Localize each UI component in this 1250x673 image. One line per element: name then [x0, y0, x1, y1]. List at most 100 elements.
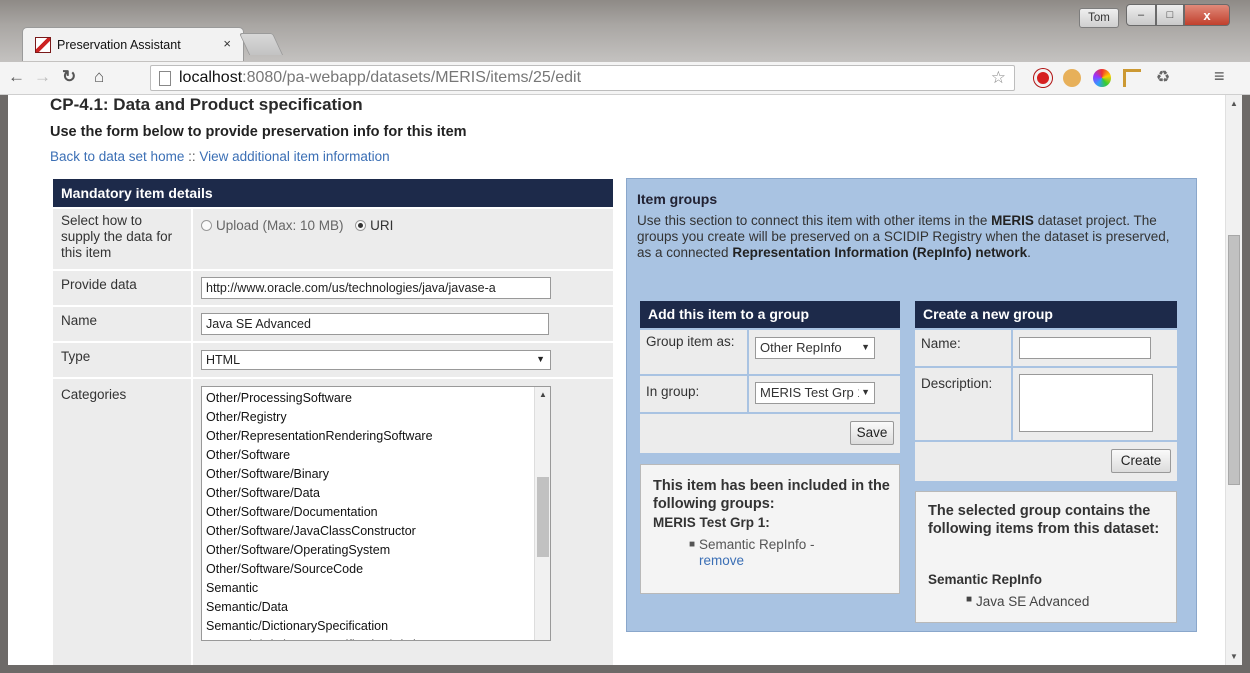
- supply-method-row: Select how to supply the data for this i…: [53, 209, 613, 269]
- close-window-button[interactable]: x: [1184, 4, 1230, 26]
- color-picker-extension-icon[interactable]: [1093, 69, 1111, 87]
- favicon-icon: [35, 36, 51, 53]
- url-host: localhost: [179, 69, 243, 86]
- save-button[interactable]: Save: [850, 421, 894, 445]
- window-titlebar: Preservation Assistant × Tom – □ x: [0, 0, 1250, 62]
- scroll-up-icon[interactable]: ▲: [539, 390, 547, 399]
- url-path: :8080/pa-webapp/datasets/MERIS/items/25/…: [242, 69, 582, 86]
- name-input[interactable]: Java SE Advanced: [201, 313, 549, 335]
- categories-scrollbar[interactable]: ▲: [534, 387, 550, 640]
- page-scroll-thumb[interactable]: [1228, 235, 1240, 485]
- name-label: Name: [53, 307, 191, 341]
- profile-button[interactable]: Tom: [1079, 8, 1119, 28]
- group-contents-label: Semantic RepInfo: [928, 572, 1043, 587]
- item-groups-description: Use this section to connect this item wi…: [637, 213, 1187, 261]
- home-icon[interactable]: ⌂: [94, 67, 104, 87]
- category-option[interactable]: Semantic/Data: [206, 598, 546, 617]
- category-option[interactable]: Other/Software/Documentation: [206, 503, 546, 522]
- included-groups-title: This item has been included in the follo…: [653, 478, 890, 512]
- page-icon: [159, 70, 171, 86]
- categories-listbox[interactable]: Other/ProcessingSoftware Other/Registry Ot…: [201, 386, 551, 641]
- group-contents-title: The selected group contains the followin…: [928, 503, 1160, 537]
- categories-list: Other/ProcessingSoftware Other/Registry Ot…: [202, 387, 550, 640]
- new-tab-button[interactable]: [238, 33, 284, 55]
- forward-arrow-icon[interactable]: →: [34, 67, 51, 87]
- category-option[interactable]: Semantic/DictionarySpecification/Diction…: [206, 636, 546, 640]
- create-row: Create: [915, 442, 1177, 481]
- page-scrollbar[interactable]: ▲ ▼: [1225, 95, 1242, 665]
- breadcrumb: Back to data set home :: View additional…: [50, 149, 390, 164]
- group-item-as-value: Other RepInfo: [760, 340, 842, 355]
- group-description-cell: [1013, 368, 1177, 440]
- desc-text-3: .: [1027, 245, 1031, 260]
- category-option[interactable]: Semantic/DictionarySpecification: [206, 617, 546, 636]
- reload-icon[interactable]: ↻: [62, 67, 76, 87]
- provide-data-input[interactable]: http://www.oracle.com/us/technologies/ja…: [201, 277, 551, 299]
- window-controls: – □ x: [1126, 4, 1230, 26]
- minimize-button[interactable]: –: [1126, 4, 1156, 26]
- upload-radio[interactable]: [201, 220, 212, 231]
- group-name-input[interactable]: [1019, 337, 1151, 359]
- bookmark-star-icon[interactable]: ☆: [991, 68, 1006, 88]
- group-description-textarea[interactable]: [1019, 374, 1153, 432]
- included-group-item: ■ Semantic RepInfo - remove: [689, 537, 879, 569]
- ruler-extension-icon[interactable]: [1123, 69, 1141, 87]
- group-contents-item-text: Java SE Advanced: [976, 594, 1090, 609]
- page-title: CP-4.1: Data and Product specification: [50, 95, 363, 114]
- category-option[interactable]: Other/Registry: [206, 408, 546, 427]
- in-group-cell: MERIS Test Grp 1 ▼: [749, 376, 900, 412]
- maximize-button[interactable]: □: [1156, 4, 1184, 26]
- back-arrow-icon[interactable]: ←: [8, 67, 25, 87]
- group-item-as-cell: Other RepInfo ▼: [749, 330, 900, 374]
- scroll-down-icon[interactable]: ▼: [1230, 652, 1238, 661]
- category-option[interactable]: Other/Software/OperatingSystem: [206, 541, 546, 560]
- upload-option-label: Upload (Max: 10 MB): [216, 218, 344, 233]
- group-item-as-select[interactable]: Other RepInfo ▼: [755, 337, 875, 359]
- uri-radio[interactable]: [355, 220, 367, 231]
- category-option[interactable]: Other/Software/Data: [206, 484, 546, 503]
- included-group-name: MERIS Test Grp 1:: [653, 515, 770, 530]
- included-groups-box: This item has been included in the follo…: [640, 464, 900, 594]
- categories-scroll-thumb[interactable]: [537, 477, 549, 557]
- desc-text-1: Use this section to connect this item wi…: [637, 213, 992, 228]
- tab-title: Preservation Assistant: [57, 37, 181, 52]
- scroll-up-icon[interactable]: ▲: [1230, 99, 1238, 108]
- mandatory-details-header: Mandatory item details: [53, 179, 613, 207]
- browser-toolbar: ← → ↻ ⌂ localhost:8080/pa-webapp/dataset…: [0, 62, 1250, 95]
- cookie-extension-icon[interactable]: [1063, 69, 1081, 87]
- opera-extension-icon[interactable]: [1034, 69, 1052, 87]
- remove-link[interactable]: remove: [699, 553, 744, 568]
- category-option[interactable]: Other/RepresentationRenderingSoftware: [206, 427, 546, 446]
- categories-label: Categories: [53, 379, 191, 665]
- type-row: Type HTML ▼: [53, 343, 613, 377]
- dropdown-arrow-icon: ▼: [536, 354, 545, 364]
- create-group-form: Create a new group Name: Description: Cr…: [915, 301, 1177, 481]
- group-contents-box: The selected group contains the followin…: [915, 491, 1177, 623]
- recycle-extension-icon[interactable]: ♻: [1154, 69, 1172, 87]
- save-row: Save: [640, 414, 900, 453]
- back-to-dataset-link[interactable]: Back to data set home: [50, 149, 184, 164]
- category-option[interactable]: Other/Software: [206, 446, 546, 465]
- tab-close-icon[interactable]: ×: [223, 36, 231, 51]
- desc-repinfo: Representation Information (RepInfo) net…: [732, 245, 1028, 260]
- address-bar[interactable]: localhost:8080/pa-webapp/datasets/MERIS/…: [150, 65, 1015, 91]
- group-contents-item: ■ Java SE Advanced: [966, 594, 1090, 609]
- category-option[interactable]: Other/Software/JavaClassConstructor: [206, 522, 546, 541]
- menu-icon[interactable]: ≡: [1214, 66, 1225, 87]
- provide-data-label: Provide data: [53, 271, 191, 305]
- category-option[interactable]: Semantic: [206, 579, 546, 598]
- type-select[interactable]: HTML ▼: [201, 350, 551, 370]
- included-item-text: Semantic RepInfo -: [699, 537, 815, 552]
- supply-method-label: Select how to supply the data for this i…: [53, 209, 191, 269]
- category-option[interactable]: Other/Software/Binary: [206, 465, 546, 484]
- category-option[interactable]: Other/Software/SourceCode: [206, 560, 546, 579]
- in-group-select[interactable]: MERIS Test Grp 1 ▼: [755, 382, 875, 404]
- view-item-info-link[interactable]: View additional item information: [199, 149, 389, 164]
- browser-tab[interactable]: Preservation Assistant ×: [22, 27, 244, 61]
- dropdown-arrow-icon: ▼: [859, 342, 870, 352]
- category-option[interactable]: Other/ProcessingSoftware: [206, 389, 546, 408]
- create-button[interactable]: Create: [1111, 449, 1171, 473]
- item-groups-title: Item groups: [637, 191, 718, 207]
- desc-dataset-name: MERIS: [991, 213, 1034, 228]
- uri-option-label: URI: [370, 218, 394, 233]
